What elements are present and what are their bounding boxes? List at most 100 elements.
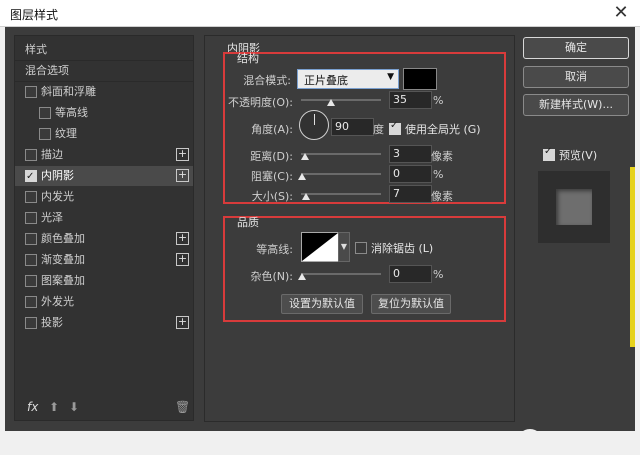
close-icon[interactable]: ✕	[610, 2, 632, 24]
ok-button[interactable]: 确定	[523, 37, 629, 59]
choke-unit: %	[433, 168, 444, 181]
sidebar-item-label: 颜色叠加	[41, 232, 85, 245]
sidebar-item-checkbox[interactable]	[25, 212, 37, 224]
chevron-down-icon[interactable]: ▼	[338, 232, 350, 262]
watermark-text: 悟空问答	[543, 435, 608, 454]
sidebar-item-label: 纹理	[55, 127, 77, 140]
global-light-checkbox[interactable]	[389, 120, 401, 135]
sidebar-item-checkbox[interactable]	[25, 296, 37, 308]
contour-preview[interactable]	[301, 232, 339, 262]
sidebar-item[interactable]: 等高线	[15, 103, 193, 123]
add-effect-icon[interactable]: +	[176, 148, 189, 161]
noise-slider-knob[interactable]	[298, 273, 306, 280]
antialias-label: 消除锯齿 (L)	[371, 242, 434, 255]
shadow-color-swatch[interactable]	[403, 68, 437, 90]
size-unit: 像素	[431, 190, 453, 203]
distance-slider[interactable]	[301, 153, 381, 155]
sidebar-item[interactable]: 图案叠加	[15, 271, 193, 291]
sidebar-item[interactable]: 样式	[15, 40, 193, 61]
preview-checkbox[interactable]	[543, 146, 555, 161]
sidebar-item-checkbox[interactable]	[25, 317, 37, 329]
sidebar-item-checkbox[interactable]	[25, 275, 37, 287]
sidebar-item-checkbox[interactable]	[25, 191, 37, 203]
add-effect-icon[interactable]: +	[176, 232, 189, 245]
trash-icon[interactable]: 🗑	[175, 400, 190, 414]
sidebar-item-label: 混合选项	[25, 64, 69, 77]
preview-label: 预览(V)	[559, 149, 598, 162]
sidebar-item-checkbox[interactable]	[25, 86, 37, 98]
angle-dial[interactable]	[299, 110, 329, 140]
sidebar-item[interactable]: 纹理	[15, 124, 193, 144]
sidebar-item-label: 斜面和浮雕	[41, 85, 96, 98]
sidebar-item-label: 投影	[41, 316, 63, 329]
noise-label: 杂色(N):	[250, 270, 293, 283]
noise-input[interactable]: 0	[389, 265, 432, 283]
blend-mode-value: 正片叠底	[304, 74, 348, 87]
opacity-slider-knob[interactable]	[327, 99, 335, 106]
reset-default-button[interactable]: 复位为默认值	[371, 294, 451, 314]
accent-strip	[630, 167, 635, 347]
antialias-checkbox[interactable]	[355, 242, 367, 254]
sidebar-item[interactable]: 混合选项	[15, 61, 193, 82]
distance-slider-knob[interactable]	[301, 153, 309, 160]
distance-input[interactable]: 3	[389, 145, 432, 163]
sidebar-item-checkbox[interactable]	[39, 128, 51, 140]
sidebar-item-checkbox[interactable]	[39, 107, 51, 119]
sidebar-item[interactable]: 内发光	[15, 187, 193, 207]
sidebar-item[interactable]: 光泽	[15, 208, 193, 228]
size-input[interactable]: 7	[389, 185, 432, 203]
angle-label: 角度(A):	[251, 123, 293, 136]
dialog-client: 样式混合选项斜面和浮雕等高线纹理描边 + 内阴影 + 内发光光泽颜色叠加 + 渐变叠加 + 图案…	[5, 27, 635, 455]
choke-label: 阻塞(C):	[251, 170, 293, 183]
sidebar-toolbar: fx ⬆ ⬇ 🗑	[15, 394, 193, 420]
contour-curve	[302, 233, 338, 261]
style-preview-swatch	[556, 189, 592, 225]
chevron-down-icon: ▼	[387, 72, 394, 82]
angle-input[interactable]: 90	[331, 118, 374, 136]
opacity-slider[interactable]	[301, 99, 381, 101]
size-label: 大小(S):	[251, 190, 293, 203]
blend-mode-select[interactable]: 正片叠底 ▼	[297, 69, 399, 89]
new-style-button[interactable]: 新建样式(W)...	[523, 94, 629, 116]
sidebar-item-label: 图案叠加	[41, 274, 85, 287]
sidebar-item[interactable]: 投影 +	[15, 313, 193, 333]
choke-slider-knob[interactable]	[298, 173, 306, 180]
opacity-unit: %	[433, 94, 444, 107]
add-effect-icon[interactable]: +	[176, 316, 189, 329]
angle-dial-needle	[314, 114, 315, 125]
window-title: 图层样式	[10, 8, 59, 22]
move-down-icon[interactable]: ⬇	[69, 400, 79, 414]
move-up-icon[interactable]: ⬆	[49, 400, 59, 414]
choke-input[interactable]: 0	[389, 165, 432, 183]
sidebar-item[interactable]: 渐变叠加 +	[15, 250, 193, 270]
cancel-button[interactable]: 取消	[523, 66, 629, 88]
set-default-button[interactable]: 设置为默认值	[281, 294, 363, 314]
sidebar-item[interactable]: 外发光	[15, 292, 193, 312]
add-effect-icon[interactable]: +	[176, 169, 189, 182]
sidebar-item-label: 内发光	[41, 190, 74, 203]
add-effect-icon[interactable]: +	[176, 253, 189, 266]
contour-label: 等高线:	[256, 243, 293, 256]
sidebar-item[interactable]: 斜面和浮雕	[15, 82, 193, 102]
sidebar-item-checkbox[interactable]	[25, 149, 37, 161]
quality-legend: 品质	[237, 216, 259, 229]
style-preview	[538, 171, 610, 243]
sidebar-item-checkbox[interactable]	[25, 233, 37, 245]
sidebar-item[interactable]: 内阴影 +	[15, 166, 193, 187]
sidebar-item-label: 光泽	[41, 211, 63, 224]
size-slider-knob[interactable]	[302, 193, 310, 200]
sidebar-item-checkbox[interactable]	[25, 167, 37, 187]
fx-icon[interactable]: fx	[27, 400, 38, 414]
choke-slider[interactable]	[301, 173, 381, 175]
size-slider[interactable]	[301, 193, 381, 195]
sidebar-item[interactable]: 描边 +	[15, 145, 193, 165]
noise-unit: %	[433, 268, 444, 281]
opacity-input[interactable]: 35	[389, 91, 432, 109]
sidebar-item[interactable]: 颜色叠加 +	[15, 229, 193, 249]
distance-label: 距离(D):	[250, 150, 293, 163]
angle-unit: 度	[373, 123, 384, 136]
sidebar-item-checkbox[interactable]	[25, 254, 37, 266]
noise-slider[interactable]	[301, 273, 381, 275]
sidebar-item-label: 样式	[25, 43, 47, 56]
sidebar-item-label: 外发光	[41, 295, 74, 308]
